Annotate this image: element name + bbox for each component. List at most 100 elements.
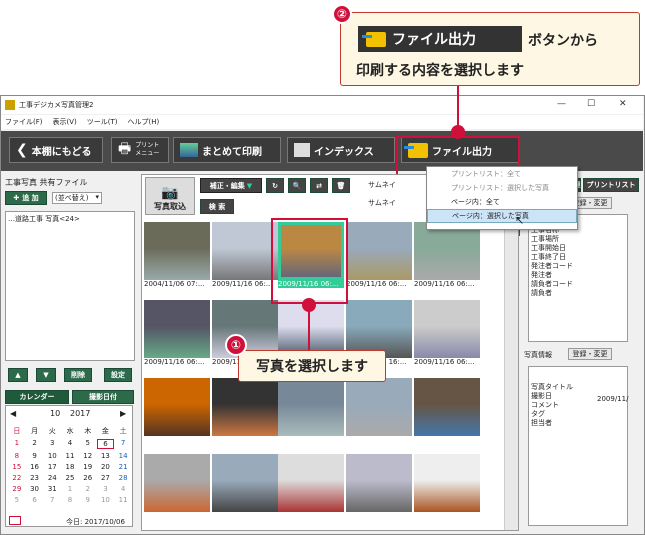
prev-month-icon[interactable]: ◀ (10, 409, 16, 418)
index-button[interactable]: インデックス (287, 137, 395, 163)
menu-file[interactable]: ファイル(F) (5, 117, 43, 127)
register-button-2[interactable]: 登録・変更 (568, 348, 612, 360)
delete-button[interactable]: 削除 (64, 368, 92, 382)
calendar-day[interactable]: 6 (96, 439, 115, 449)
calendar-day[interactable]: 10 (97, 496, 115, 504)
calendar-day[interactable]: 6 (26, 496, 44, 504)
calendar-day[interactable]: 27 (97, 474, 115, 482)
search-button[interactable]: 検 索 (200, 199, 234, 214)
tab-calendar[interactable]: カレンダー (5, 390, 69, 404)
calendar-day[interactable]: 21 (114, 463, 132, 471)
maximize-icon[interactable]: ☐ (587, 99, 595, 109)
calendar-day[interactable]: 11 (61, 452, 79, 460)
calendar-day[interactable]: 2 (26, 439, 44, 449)
edit-button[interactable]: 補正・編集 ▼ (200, 178, 262, 193)
trash-icon[interactable]: 🗑 (332, 178, 350, 193)
calendar-day[interactable]: 28 (114, 474, 132, 482)
calendar-day[interactable]: 5 (79, 439, 97, 449)
photo-thumbnail[interactable] (144, 454, 210, 522)
sort-value: (並べ替え) (55, 194, 89, 202)
callout1-number: ① (225, 334, 247, 356)
move-up-button[interactable]: ▲ (8, 368, 28, 382)
calendar-day[interactable]: 8 (61, 496, 79, 504)
tree-item-road-work[interactable]: …道路工事 写真<24> (8, 214, 132, 224)
calendar-day[interactable]: 1 (8, 439, 26, 449)
calendar-day[interactable]: 4 (61, 439, 79, 449)
calendar-day[interactable]: 18 (61, 463, 79, 471)
calendar-day[interactable]: 24 (43, 474, 61, 482)
dd-print-list-selected[interactable]: プリントリスト：選択した写真 (427, 181, 577, 195)
batch-print-button[interactable]: まとめて印刷 (173, 137, 281, 163)
calendar-day[interactable]: 3 (97, 485, 115, 493)
calendar-day[interactable]: 8 (8, 452, 26, 460)
rotate-icon[interactable]: ↻ (266, 178, 284, 193)
photo-thumbnail[interactable]: 2009/11/16 06:... (212, 222, 278, 290)
photo-thumbnail[interactable] (144, 378, 210, 446)
calendar-day[interactable]: 3 (43, 439, 61, 449)
photo-thumbnail[interactable] (414, 378, 480, 446)
calendar-day[interactable]: 9 (79, 496, 97, 504)
calendar-day[interactable]: 9 (26, 452, 44, 460)
dd-page-all[interactable]: ページ内：全て (427, 195, 577, 209)
move-down-button[interactable]: ▼ (36, 368, 56, 382)
calendar-day[interactable]: 17 (43, 463, 61, 471)
tab-print-list[interactable]: プリントリスト (583, 178, 639, 192)
calendar-day[interactable]: 13 (97, 452, 115, 460)
callout1-dot (302, 298, 316, 312)
menu-help[interactable]: ヘルプ(H) (128, 117, 160, 127)
sort-select[interactable]: (並べ替え) ▾ (52, 192, 102, 204)
next-month-icon[interactable]: ▶ (120, 409, 126, 418)
calendar-day[interactable]: 7 (43, 496, 61, 504)
calendar-day[interactable]: 5 (8, 496, 26, 504)
calendar-day[interactable]: 4 (114, 485, 132, 493)
tab-shot-date[interactable]: 撮影日付 (72, 390, 134, 404)
calendar-day[interactable]: 11 (114, 496, 132, 504)
photo-import-button[interactable]: 📷 写真取込 (145, 177, 195, 215)
add-label: 追 加 (22, 194, 39, 202)
back-to-shelf-button[interactable]: ❮ 本棚にもどる (9, 137, 103, 163)
photo-thumbnail[interactable] (278, 378, 344, 446)
calendar-day[interactable]: 22 (8, 474, 26, 482)
menu-view[interactable]: 表示(V) (53, 117, 77, 127)
construction-field: 工事開始日 (531, 244, 566, 252)
photo-thumbnail[interactable] (212, 454, 278, 522)
print-menu-button[interactable]: 🖶 プリント メニュー (111, 137, 169, 163)
photo-thumbnail[interactable]: 2009/11/16 06:... (144, 300, 210, 368)
close-icon[interactable]: ✕ (619, 99, 627, 109)
calendar-day[interactable]: 26 (79, 474, 97, 482)
batch-print-label: まとめて印刷 (202, 146, 262, 158)
photo-thumbnail[interactable] (346, 378, 412, 446)
calendar-day[interactable]: 1 (61, 485, 79, 493)
calendar-day[interactable]: 12 (79, 452, 97, 460)
calendar-day[interactable]: 30 (26, 485, 44, 493)
dd-print-list-all[interactable]: プリントリスト：全て (427, 167, 577, 181)
settings-button[interactable]: 設定 (104, 368, 132, 382)
calendar-day[interactable]: 10 (43, 452, 61, 460)
photo-thumbnail[interactable]: 2009/11/16 06:... (346, 222, 412, 290)
calendar-day[interactable]: 7 (114, 439, 132, 449)
calendar-day[interactable]: 2 (79, 485, 97, 493)
calendar-day[interactable]: 25 (61, 474, 79, 482)
calendar-day[interactable]: 15 (8, 463, 26, 471)
zoom-icon[interactable]: 🔍 (288, 178, 306, 193)
photo-thumbnail[interactable]: 2009/11/16 06:... (414, 222, 480, 290)
photo-thumbnail[interactable] (212, 378, 278, 446)
photo-thumbnail[interactable] (346, 454, 412, 522)
calendar-day[interactable]: 19 (79, 463, 97, 471)
photo-thumbnail[interactable]: 2009/11/16 06:... (414, 300, 480, 368)
menu-tools[interactable]: ツール(T) (87, 117, 118, 127)
photo-thumbnail[interactable]: 2004/11/06 07:... (144, 222, 210, 290)
calendar-day[interactable]: 23 (26, 474, 44, 482)
calendar-day[interactable]: 29 (8, 485, 26, 493)
swap-icon[interactable]: ⇄ (310, 178, 328, 193)
dd-page-selected[interactable]: ページ内：選択した写真 (427, 209, 577, 223)
calendar-day[interactable]: 16 (26, 463, 44, 471)
calendar-day[interactable]: 20 (97, 463, 115, 471)
photo-scrollbar[interactable] (504, 210, 518, 530)
photo-thumbnail[interactable] (278, 454, 344, 522)
calendar-day[interactable]: 31 (43, 485, 61, 493)
photo-thumbnail[interactable] (414, 454, 480, 522)
calendar-day[interactable]: 14 (114, 452, 132, 460)
minimize-icon[interactable]: — (557, 99, 566, 109)
add-button[interactable]: ✚ 追 加 (5, 191, 47, 205)
